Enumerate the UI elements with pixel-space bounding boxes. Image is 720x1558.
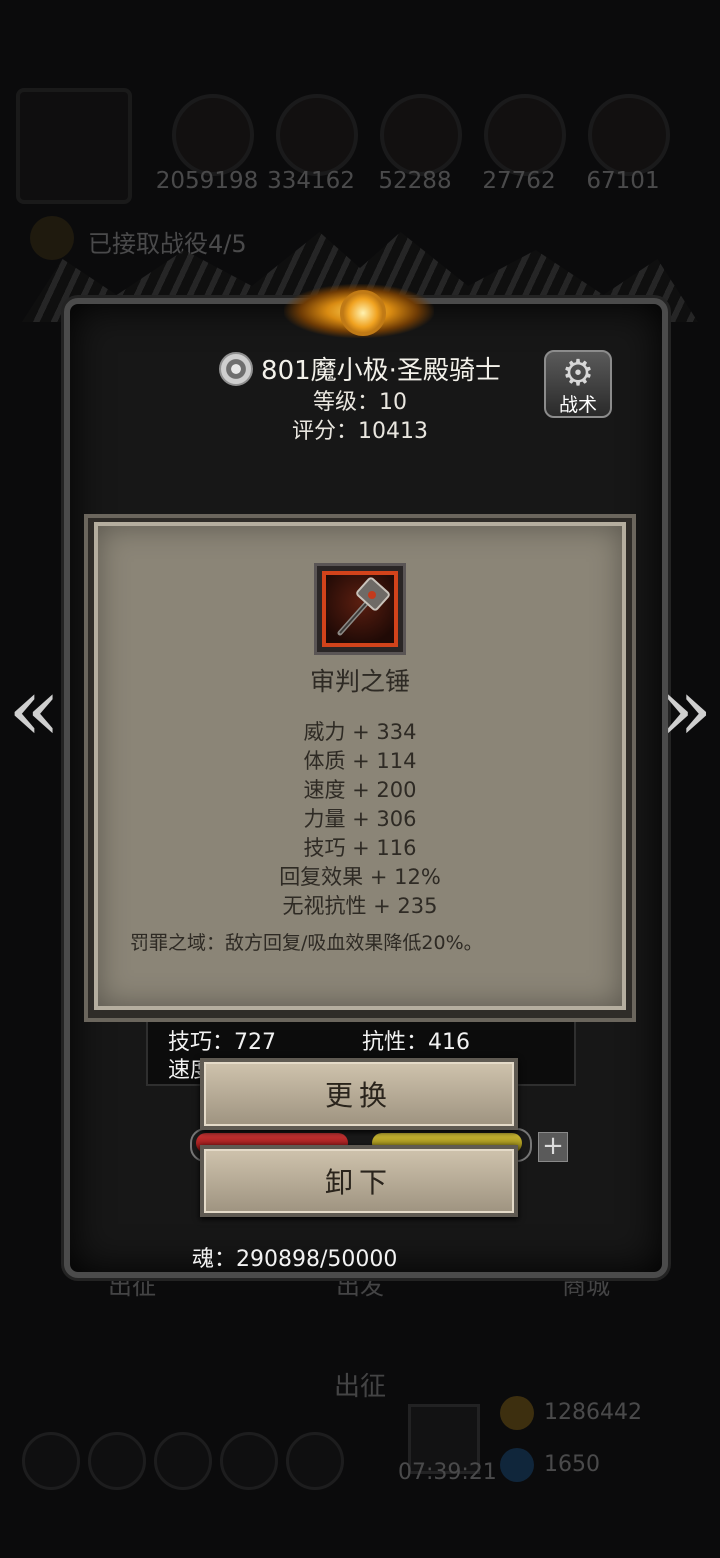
hero-title-row: 801魔小极·圣殿骑士 <box>0 350 720 387</box>
item-attribute: 回复效果 + 12% <box>279 865 441 889</box>
hero-name: 801魔小极·圣殿骑士 <box>261 356 501 386</box>
bottom-menu-icon-5 <box>286 1432 344 1490</box>
item-name: 审判之锤 <box>309 667 410 696</box>
tactics-label: 战术 <box>558 394 597 416</box>
resource-value-3: 52288 <box>378 168 452 194</box>
gold-value: 1286442 <box>544 1400 642 1425</box>
item-attribute: 威力 + 334 <box>303 720 417 744</box>
item-attribute: 无视抗性 + 235 <box>282 894 438 918</box>
timer-text: 07:39:21 <box>398 1460 497 1485</box>
hero-score: 评分：10413 <box>292 419 428 444</box>
march-label: 出征 <box>333 1372 386 1402</box>
hero-level: 等级：10 <box>313 390 407 415</box>
medal-icon <box>219 351 254 386</box>
emblem-icon <box>340 290 386 336</box>
gem-icon <box>500 1448 534 1482</box>
bottom-menu-icon-4 <box>220 1432 278 1490</box>
resource-value-5: 67101 <box>586 168 660 194</box>
resource-icon-2 <box>276 94 358 176</box>
resource-value-4: 27762 <box>482 168 556 194</box>
tactics-button[interactable]: ⚙ 战术 <box>544 350 612 418</box>
item-attribute: 速度 + 200 <box>303 778 417 802</box>
bottom-menu-icon-2 <box>88 1432 146 1490</box>
soul-counter: 魂：290898/50000 <box>192 1247 398 1272</box>
resource-icon-4 <box>484 94 566 176</box>
resource-icon-1 <box>172 94 254 176</box>
bottom-menu-icon-3 <box>154 1432 212 1490</box>
gear-icon: ⚙ <box>561 353 595 394</box>
gold-coin-icon <box>500 1396 534 1430</box>
quest-icon <box>30 216 74 260</box>
resource-value-2: 334162 <box>267 168 355 194</box>
gem-value: 1650 <box>544 1452 600 1477</box>
item-special-effect: 罚罪之域：敌方回复/吸血效果降低20%。 <box>130 932 483 954</box>
resource-value-1: 2059198 <box>155 168 259 194</box>
quest-text: 已接取战役4/5 <box>88 230 247 258</box>
player-avatar <box>16 88 132 204</box>
plus-icon[interactable]: + <box>538 1132 568 1162</box>
replace-button[interactable]: 更换 <box>200 1058 518 1130</box>
item-attribute: 技巧 + 116 <box>303 836 417 860</box>
hammer-icon <box>322 571 398 647</box>
resource-icon-5 <box>588 94 670 176</box>
stat-resistance: 抗性：416 <box>362 1030 470 1055</box>
unequip-button[interactable]: 卸下 <box>200 1145 518 1217</box>
bottom-menu-icon-1 <box>22 1432 80 1490</box>
item-attribute: 体质 + 114 <box>303 749 417 773</box>
resource-icon-3 <box>380 94 462 176</box>
item-attribute: 力量 + 306 <box>303 807 417 831</box>
